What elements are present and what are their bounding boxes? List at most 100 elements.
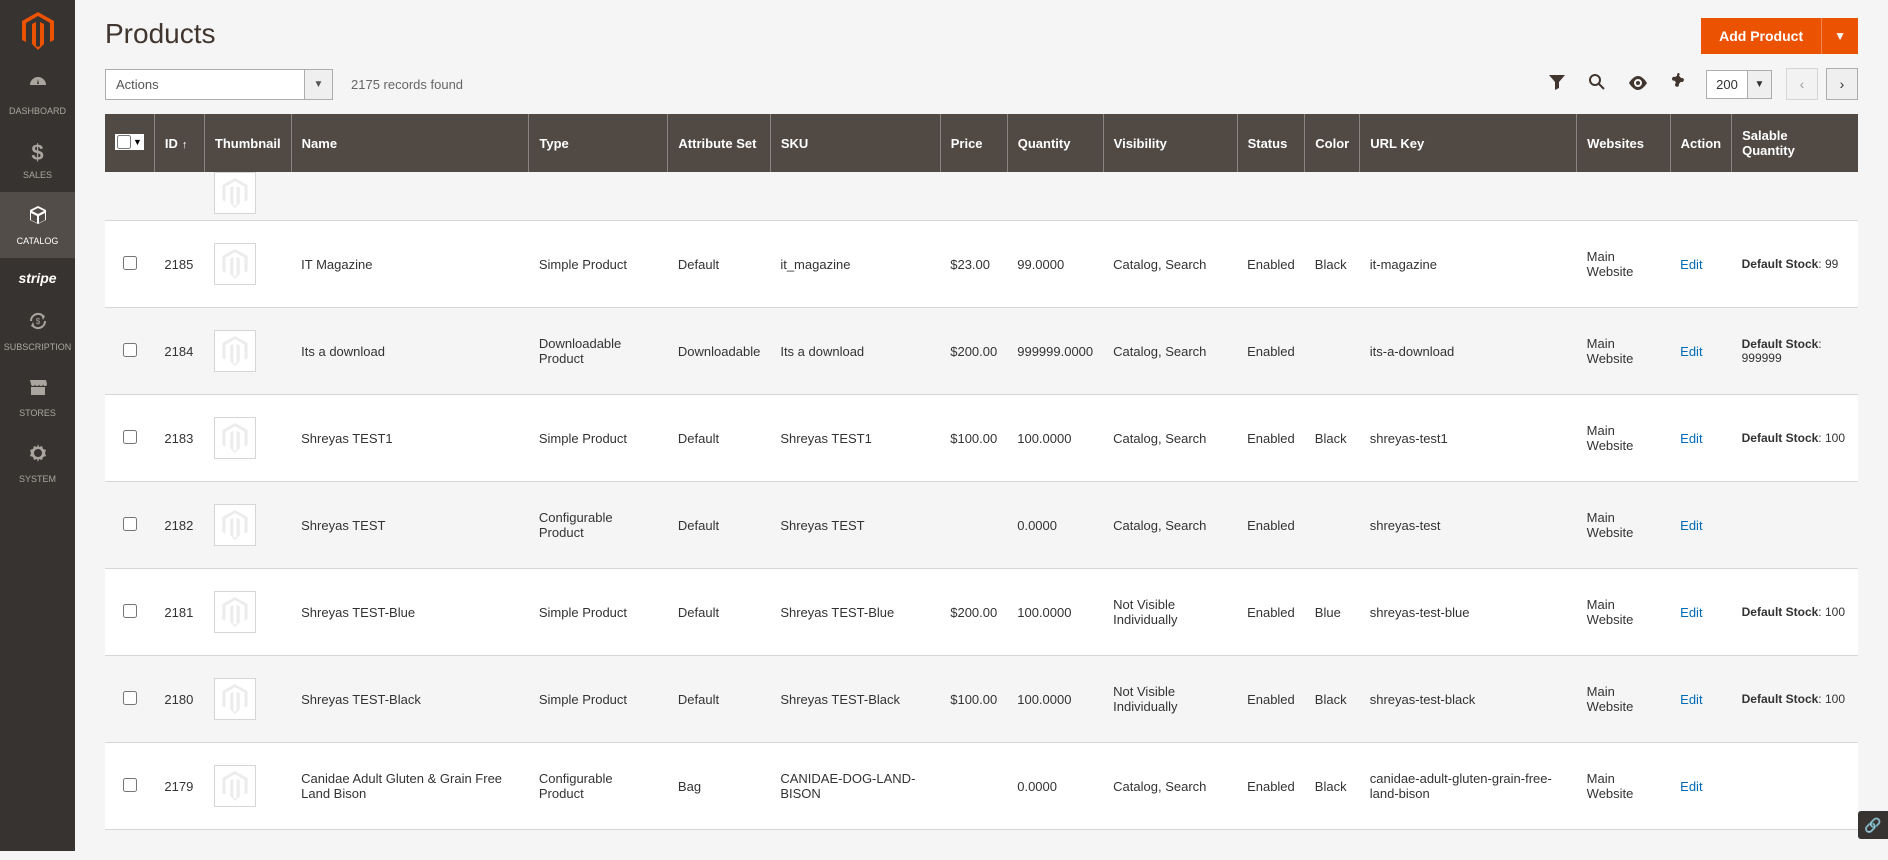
sidebar-item-system[interactable]: SYSTEM [0,430,75,496]
cell-name: Canidae Adult Gluten & Grain Free Land B… [291,743,529,830]
table-row[interactable]: 2180Shreyas TEST-BlackSimple ProductDefa… [105,656,1858,743]
cell-status: Enabled [1237,308,1305,395]
col-header[interactable]: SKU [770,114,940,172]
sidebar-item-stripe[interactable]: stripe [0,258,75,298]
cell-sku [770,172,940,221]
cell-id: 2185 [154,221,204,308]
page-size[interactable]: 200 ▼ [1706,70,1772,99]
thumbnail[interactable] [214,765,256,807]
thumbnail[interactable] [214,591,256,633]
cell-color: Black [1305,656,1360,743]
col-header[interactable]: Name [291,114,529,172]
row-checkbox[interactable] [123,430,137,444]
sidebar-item-label: STORES [19,408,56,418]
thumbnail[interactable] [214,678,256,720]
cell-attrset: Downloadable [668,308,770,395]
table-row[interactable]: 2184Its a downloadDownloadable ProductDo… [105,308,1858,395]
col-header[interactable]: Action [1670,114,1731,172]
edit-link[interactable]: Edit [1680,692,1702,707]
row-checkbox[interactable] [123,256,137,270]
table-row[interactable]: 2185IT MagazineSimple ProductDefaultit_m… [105,221,1858,308]
cell-type: Simple Product [529,569,668,656]
cell-name: IT Magazine [291,221,529,308]
edit-link[interactable]: Edit [1680,518,1702,533]
cell-status: Enabled [1237,221,1305,308]
grid-toolbar: Actions ▼ 2175 records found 200 ▼ ‹ › [75,54,1888,114]
table-row[interactable]: 2179Canidae Adult Gluten & Grain Free La… [105,743,1858,830]
row-checkbox[interactable] [123,778,137,792]
search-icon[interactable] [1584,69,1610,100]
mass-actions-toggle[interactable]: ▼ [305,69,333,100]
cell-color: Black [1305,221,1360,308]
cell-qty: 99.0000 [1007,221,1103,308]
add-product-button[interactable]: Add Product [1701,18,1821,54]
col-header[interactable]: SalableQuantity [1732,114,1858,172]
edit-link[interactable]: Edit [1680,431,1702,446]
add-product-toggle[interactable]: ▼ [1821,18,1858,54]
cell-visibility: Catalog, Search [1103,308,1237,395]
cell-url: shreyas-test [1360,482,1577,569]
columns-icon[interactable] [1666,69,1692,100]
col-header[interactable]: Quantity [1007,114,1103,172]
col-header[interactable]: Type [529,114,668,172]
cell-visibility: Not Visible Individually [1103,569,1237,656]
magento-logo[interactable] [0,0,75,62]
default-view-icon[interactable] [1624,70,1652,99]
col-header[interactable]: Color [1305,114,1360,172]
table-row[interactable]: 2182Shreyas TESTConfigurable ProductDefa… [105,482,1858,569]
row-checkbox[interactable] [123,604,137,618]
row-checkbox[interactable] [123,691,137,705]
cube-icon [27,204,49,232]
thumbnail[interactable] [214,504,256,546]
table-row[interactable]: 2181Shreyas TEST-BlueSimple ProductDefau… [105,569,1858,656]
col-header[interactable]: Visibility [1103,114,1237,172]
col-header[interactable]: Status [1237,114,1305,172]
filters-icon[interactable] [1544,69,1570,100]
magento-logo-icon [22,12,54,50]
mass-actions-label[interactable]: Actions [105,69,305,100]
edit-link[interactable]: Edit [1680,257,1702,272]
thumbnail[interactable] [214,330,256,372]
col-header[interactable]: URL Key [1360,114,1577,172]
col-header[interactable]: ▼ [105,114,154,172]
row-checkbox[interactable] [123,343,137,357]
floating-link-icon[interactable]: 🔗 [1858,811,1888,839]
col-header[interactable]: Thumbnail [204,114,291,172]
sidebar-item-subscription[interactable]: $SUBSCRIPTION [0,298,75,364]
edit-link[interactable]: Edit [1680,605,1702,620]
cell-sku: Shreyas TEST-Black [770,656,940,743]
cell-sku: Shreyas TEST1 [770,395,940,482]
cell-name [291,172,529,221]
cell-name: Shreyas TEST-Black [291,656,529,743]
edit-link[interactable]: Edit [1680,779,1702,794]
cell-websites: Main Website [1577,743,1670,830]
select-all[interactable]: ▼ [115,134,144,150]
cell-price: $100.00 [940,395,1007,482]
cell-attrset: Default [668,482,770,569]
page-header: Products Add Product ▼ [75,0,1888,54]
sidebar-item-dashboard[interactable]: DASHBOARD [0,62,75,128]
thumbnail[interactable] [214,417,256,459]
cell-sku: Its a download [770,308,940,395]
store-icon [27,376,49,404]
col-header[interactable]: Websites [1577,114,1670,172]
col-header[interactable]: Attribute Set [668,114,770,172]
row-checkbox[interactable] [123,517,137,531]
sidebar-item-catalog[interactable]: CATALOG [0,192,75,258]
col-header[interactable]: ID↑ [154,114,204,172]
edit-link[interactable]: Edit [1680,344,1702,359]
thumbnail[interactable] [214,172,256,214]
pager-next[interactable]: › [1826,68,1858,100]
sidebar-item-sales[interactable]: $SALES [0,128,75,192]
thumbnail[interactable] [214,243,256,285]
sidebar-item-stores[interactable]: STORES [0,364,75,430]
salable-cell: Default Stock: 100 [1742,605,1848,619]
cycle-icon: $ [27,310,49,338]
page-size-toggle[interactable]: ▼ [1748,70,1772,99]
pager-prev[interactable]: ‹ [1786,68,1818,100]
mass-actions[interactable]: Actions ▼ [105,69,333,100]
col-header[interactable]: Price [940,114,1007,172]
table-row[interactable] [105,172,1858,221]
table-row[interactable]: 2183Shreyas TEST1Simple ProductDefaultSh… [105,395,1858,482]
page-size-value[interactable]: 200 [1706,70,1748,99]
